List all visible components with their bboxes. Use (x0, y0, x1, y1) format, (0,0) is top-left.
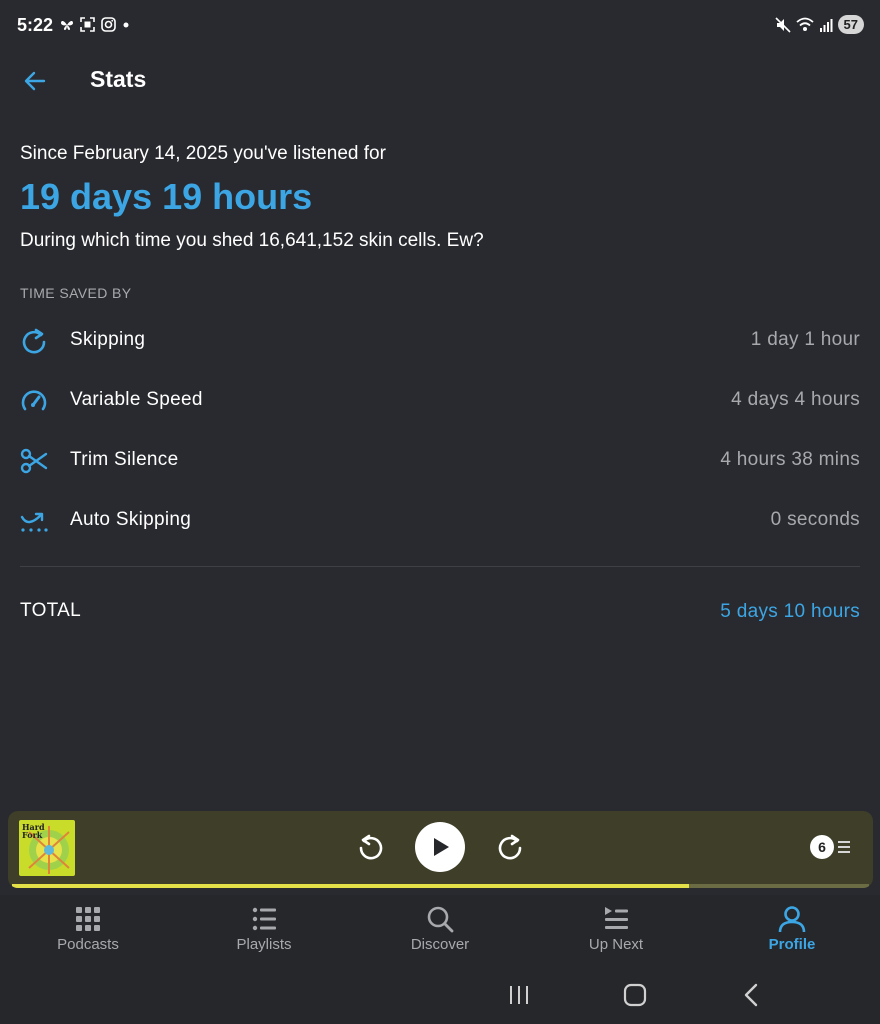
section-label-time-saved: TIME SAVED BY (20, 285, 132, 301)
stat-label: Variable Speed (70, 389, 203, 410)
stat-value: 1 day 1 hour (750, 329, 860, 350)
list-icon (252, 907, 276, 931)
battery-indicator: 57 (837, 15, 864, 34)
nav-label: Discover (410, 936, 470, 953)
grid-icon (76, 907, 100, 931)
artwork-title: Hard Fork (22, 822, 45, 840)
listened-duration: 19 days 19 hours (20, 176, 313, 217)
nav-label: Podcasts (57, 936, 119, 953)
page-title: Stats (90, 66, 147, 92)
speedometer-icon (21, 390, 47, 411)
system-back-button[interactable] (739, 983, 765, 1007)
recent-apps-button[interactable] (506, 983, 532, 1007)
stat-label: Skipping (70, 329, 146, 350)
nav-label: Profile (768, 936, 816, 953)
up-next-count: 6 (810, 835, 834, 859)
total-value: 5 days 10 hours (720, 601, 860, 622)
queue-icon (605, 907, 628, 929)
mute-icon (774, 16, 791, 33)
back-button[interactable] (18, 64, 52, 98)
notification-icons (60, 17, 130, 32)
system-icons: 57 (774, 15, 864, 34)
nav-item-up-next[interactable]: Up Next (528, 895, 704, 961)
nav-item-profile[interactable]: Profile (704, 895, 880, 961)
auto-skip-icon (20, 512, 48, 532)
stat-label: Auto Skipping (70, 509, 192, 530)
since-text: Since February 14, 2025 you've listened … (20, 143, 386, 164)
stat-row-skipping: Skipping 1 day 1 hour (0, 310, 880, 370)
app-bar: Stats (0, 52, 880, 108)
queue-lines-icon (838, 841, 850, 853)
status-time: 5:22 (17, 15, 54, 35)
status-bar: 5:22 57 (0, 0, 880, 52)
play-icon (434, 838, 449, 856)
search-icon (427, 906, 454, 933)
instagram-icon (101, 17, 116, 32)
podcast-artwork[interactable]: Hard Fork (19, 820, 75, 876)
playback-progress-fill (12, 884, 690, 888)
home-button[interactable] (622, 983, 648, 1007)
wifi-icon (795, 17, 814, 31)
signal-icon (819, 18, 833, 32)
skip-icon (22, 328, 46, 354)
up-next-button[interactable]: 6 (810, 835, 854, 861)
playback-progress[interactable] (12, 884, 869, 888)
nav-item-playlists[interactable]: Playlists (176, 895, 352, 961)
dot-icon (123, 22, 129, 27)
skip-back-button[interactable] (356, 832, 386, 862)
stat-label: Trim Silence (70, 449, 179, 470)
scissors-icon (20, 448, 48, 474)
stat-value: 4 days 4 hours (731, 389, 860, 410)
arrow-back-icon (24, 71, 46, 91)
skip-forward-button[interactable] (495, 832, 525, 862)
butterfly-icon (61, 20, 73, 30)
stat-row-auto-skipping: Auto Skipping 0 seconds (0, 490, 880, 550)
person-icon (778, 906, 806, 933)
nav-label: Playlists (236, 936, 292, 953)
divider (20, 566, 860, 567)
stat-value: 4 hours 38 mins (720, 449, 860, 470)
screenshot-icon (80, 17, 95, 32)
stat-row-trim-silence: Trim Silence 4 hours 38 mins (0, 430, 880, 490)
total-label: TOTAL (20, 600, 81, 621)
stat-row-variable-speed: Variable Speed 4 days 4 hours (0, 370, 880, 430)
system-nav-bar (0, 961, 880, 1024)
bottom-nav: Podcasts Playlists Discover Up Next Prof… (0, 895, 880, 961)
fun-fact-text: During which time you shed 16,641,152 sk… (20, 230, 484, 251)
stat-value: 0 seconds (770, 509, 860, 530)
nav-label: Up Next (588, 936, 644, 953)
nav-item-discover[interactable]: Discover (352, 895, 528, 961)
play-button[interactable] (415, 822, 465, 872)
mini-player[interactable]: Hard Fork 6 (8, 811, 873, 888)
nav-item-podcasts[interactable]: Podcasts (0, 895, 176, 961)
